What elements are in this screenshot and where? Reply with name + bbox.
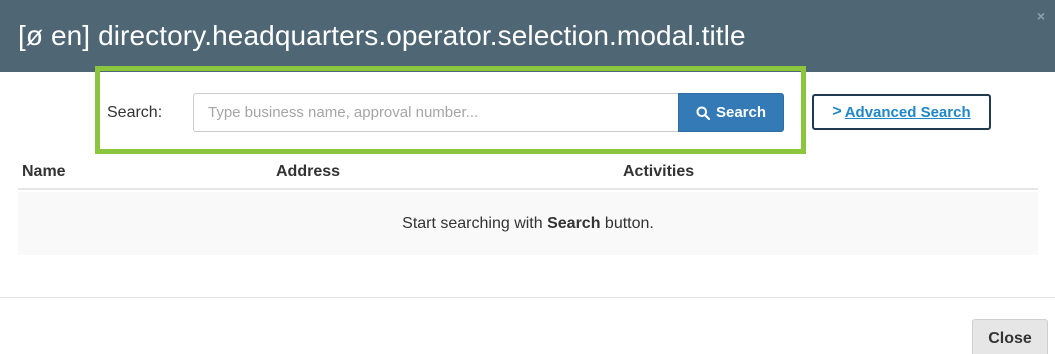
- column-header-activities: Activities: [623, 163, 695, 180]
- search-input[interactable]: [193, 93, 679, 132]
- close-icon[interactable]: ×: [1037, 9, 1045, 23]
- chevron-right-icon: >: [832, 103, 842, 120]
- empty-message: Start searching with Search button.: [402, 214, 654, 232]
- search-button[interactable]: Search: [678, 93, 784, 132]
- results-empty-state: Start searching with Search button.: [18, 192, 1038, 255]
- modal-title: [ø en] directory.headquarters.operator.s…: [18, 20, 746, 51]
- column-header-address: Address: [276, 163, 341, 180]
- search-label: Search:: [107, 104, 163, 121]
- results-table-header: Name Address Activities: [18, 158, 1038, 190]
- search-icon: [696, 106, 710, 120]
- advanced-search-button[interactable]: > Advanced Search: [812, 94, 991, 130]
- modal-header: [ø en] directory.headquarters.operator.s…: [0, 0, 1055, 72]
- advanced-search-label: Advanced Search: [844, 103, 971, 121]
- search-button-label: Search: [715, 104, 767, 121]
- footer-divider: [0, 297, 1055, 298]
- close-button[interactable]: Close: [972, 319, 1048, 354]
- column-header-name: Name: [22, 163, 66, 180]
